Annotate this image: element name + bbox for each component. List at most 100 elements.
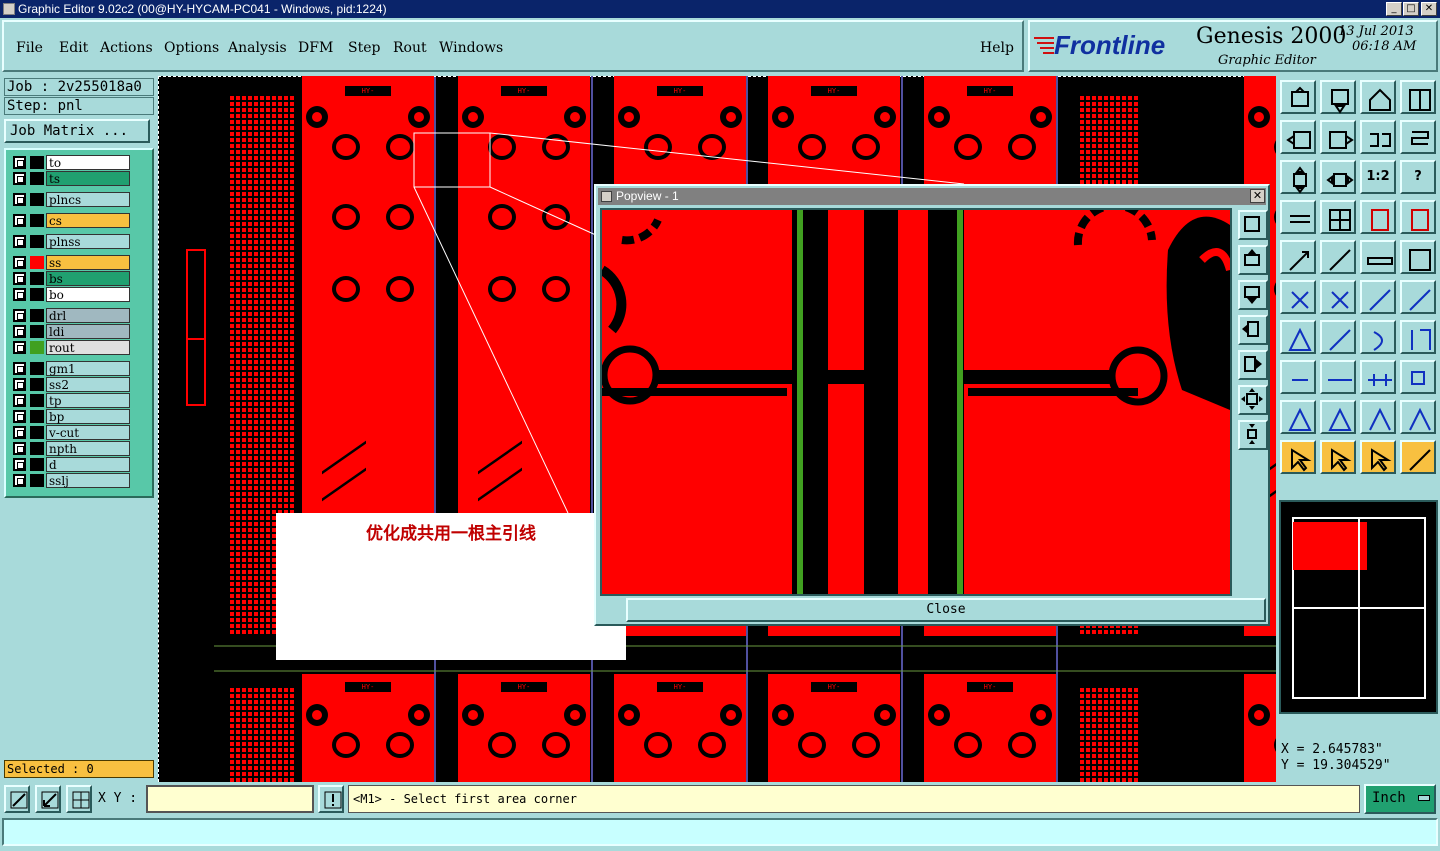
split-view-icon[interactable] <box>1400 80 1436 114</box>
layer-row-to[interactable]: to <box>10 155 130 170</box>
add-pad-icon[interactable] <box>1280 360 1316 394</box>
layer-checkbox[interactable] <box>13 156 26 169</box>
mirror-icon[interactable] <box>1400 120 1436 154</box>
menu-options[interactable]: Options <box>164 40 219 56</box>
layer-row-v-cut[interactable]: v-cut <box>10 425 130 440</box>
popview-close-icon[interactable]: ✕ <box>1250 189 1265 203</box>
layer-row-ss2[interactable]: ss2 <box>10 377 130 392</box>
layer-stack-alt-icon[interactable] <box>1400 200 1436 234</box>
menu-edit[interactable]: Edit <box>59 40 88 56</box>
pad-link-alt-icon[interactable] <box>1400 280 1436 314</box>
move-right-icon[interactable] <box>1320 120 1356 154</box>
layer-checkbox[interactable] <box>13 378 26 391</box>
popview-tool-right-icon[interactable] <box>1238 350 1268 380</box>
help-icon[interactable]: ? <box>1400 160 1436 194</box>
scale-icon[interactable]: 1:2 <box>1360 160 1396 194</box>
pointer-icon[interactable] <box>1280 440 1316 474</box>
layer-checkbox[interactable] <box>13 309 26 322</box>
layer-row-bp[interactable]: bp <box>10 409 130 424</box>
triangle-icon[interactable] <box>1280 320 1316 354</box>
layer-checkbox[interactable] <box>13 235 26 248</box>
cross-select-icon[interactable] <box>1320 280 1356 314</box>
layer-row-sslj[interactable]: sslj <box>10 473 130 488</box>
menu-dfm[interactable]: DFM <box>298 40 333 56</box>
menu-step[interactable]: Step <box>348 40 380 56</box>
alert-icon[interactable] <box>318 785 344 813</box>
pointer-edit-icon[interactable] <box>1360 440 1396 474</box>
layer-checkbox[interactable] <box>13 325 26 338</box>
move-left-icon[interactable] <box>1280 120 1316 154</box>
fill-icon[interactable] <box>1400 320 1436 354</box>
layer-checkbox[interactable] <box>13 288 26 301</box>
measure-ruler-icon[interactable] <box>1360 240 1396 274</box>
fit-icon[interactable] <box>1280 160 1316 194</box>
copy-shape-icon[interactable] <box>1400 360 1436 394</box>
layer-checkbox[interactable] <box>13 474 26 487</box>
angle-alt-icon[interactable] <box>1320 400 1356 434</box>
xy-input[interactable] <box>146 785 314 813</box>
menu-file[interactable]: File <box>16 40 43 56</box>
arc-icon[interactable] <box>1360 320 1396 354</box>
dimension-icon[interactable] <box>1360 360 1396 394</box>
measure-mode-icon[interactable] <box>35 785 61 813</box>
popview-tool-down-icon[interactable] <box>1238 280 1268 310</box>
line-draw-icon[interactable] <box>1320 240 1356 274</box>
popview-tool-zoom-in-icon[interactable] <box>1238 385 1268 415</box>
layer-checkbox[interactable] <box>13 272 26 285</box>
menu-windows[interactable]: Windows <box>439 40 503 56</box>
grid-icon[interactable] <box>1320 200 1356 234</box>
popview-title-bar[interactable]: Popview - 1 ✕ <box>598 188 1266 205</box>
layer-checkbox[interactable] <box>13 193 26 206</box>
layer-row-plnss[interactable]: plnss <box>10 234 130 249</box>
command-line-field[interactable] <box>2 818 1438 846</box>
select-pad-icon[interactable] <box>1280 240 1316 274</box>
menu-actions[interactable]: Actions <box>100 40 153 56</box>
arch-alt-icon[interactable] <box>1400 400 1436 434</box>
layer-stack-icon[interactable] <box>1360 200 1396 234</box>
layer-checkbox[interactable] <box>13 362 26 375</box>
layer-row-tp[interactable]: tp <box>10 393 130 408</box>
grid-mode-icon[interactable] <box>66 785 92 813</box>
line-icon[interactable] <box>1320 320 1356 354</box>
popview-tool-fit-icon[interactable] <box>1238 210 1268 240</box>
home-icon[interactable] <box>1360 80 1396 114</box>
area-select-icon[interactable] <box>1400 240 1436 274</box>
popview-window[interactable]: Popview - 1 ✕ Close <box>594 184 1270 626</box>
layer-row-bo[interactable]: bo <box>10 287 130 302</box>
arch-icon[interactable] <box>1360 400 1396 434</box>
center-icon[interactable] <box>1320 160 1356 194</box>
route-icon[interactable] <box>1400 440 1436 474</box>
layer-checkbox[interactable] <box>13 394 26 407</box>
popview-close-button[interactable]: Close <box>626 598 1266 622</box>
layer-row-npth[interactable]: npth <box>10 441 130 456</box>
job-matrix-button[interactable]: Job Matrix ... <box>4 119 150 143</box>
layer-checkbox[interactable] <box>13 214 26 227</box>
layer-row-ss[interactable]: ss <box>10 255 130 270</box>
cut-line-icon[interactable] <box>1320 360 1356 394</box>
unit-selector[interactable]: Inch <box>1364 784 1436 814</box>
maximize-button[interactable]: □ <box>1403 2 1419 16</box>
snap-mode-icon[interactable] <box>4 785 30 813</box>
minimize-button[interactable]: _ <box>1386 2 1402 16</box>
connect-nodes-icon[interactable] <box>1280 280 1316 314</box>
layer-checkbox[interactable] <box>13 410 26 423</box>
panel-overview-map[interactable] <box>1279 500 1438 714</box>
layer-row-drl[interactable]: drl <box>10 308 130 323</box>
layer-checkbox[interactable] <box>13 256 26 269</box>
layer-row-bs[interactable]: bs <box>10 271 130 286</box>
close-window-button[interactable]: ✕ <box>1421 2 1437 16</box>
layer-row-ts[interactable]: ts <box>10 171 130 186</box>
popview-tool-zoom-out-icon[interactable] <box>1238 420 1268 450</box>
menu-help[interactable]: Help <box>980 40 1014 56</box>
ruler-icon[interactable] <box>1280 200 1316 234</box>
layer-row-ldi[interactable]: ldi <box>10 324 130 339</box>
move-up-icon[interactable] <box>1280 80 1316 114</box>
layer-row-plncs[interactable]: plncs <box>10 192 130 207</box>
rotate-icon[interactable] <box>1360 120 1396 154</box>
pad-link-icon[interactable] <box>1360 280 1396 314</box>
layer-row-cs[interactable]: cs <box>10 213 130 228</box>
layer-checkbox[interactable] <box>13 458 26 471</box>
popview-tool-up-icon[interactable] <box>1238 245 1268 275</box>
layer-checkbox[interactable] <box>13 341 26 354</box>
menu-analysis[interactable]: Analysis <box>228 40 287 56</box>
